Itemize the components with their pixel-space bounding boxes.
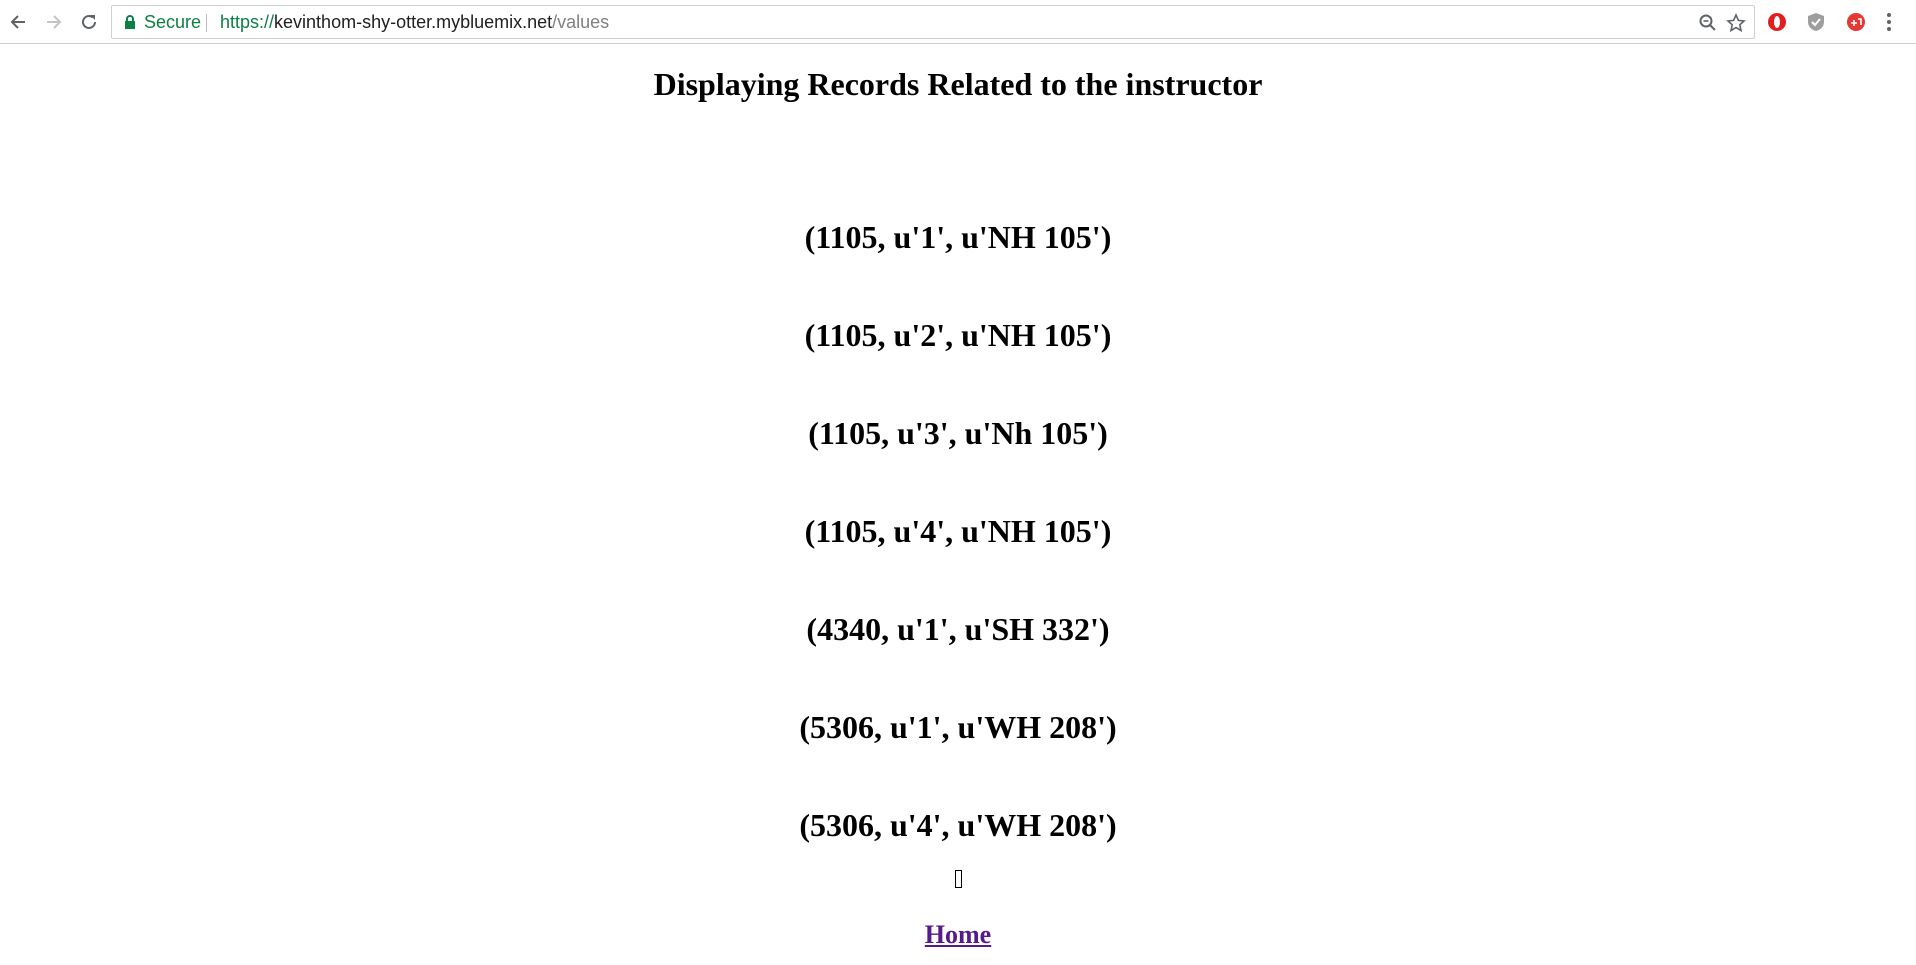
- address-bar[interactable]: Secure https://kevinthom-shy-otter.myblu…: [111, 5, 1755, 39]
- record-row: (1105, u'3', u'Nh 105'): [808, 415, 1108, 451]
- forward-arrow-icon: [47, 15, 62, 29]
- url-path: /values: [552, 12, 610, 32]
- zoom-icon[interactable]: [1698, 13, 1718, 33]
- missing-glyph-icon: [954, 869, 962, 888]
- page-content: Displaying Records Related to the instru…: [0, 44, 1916, 965]
- record-row: (5306, u'4', u'WH 208'): [799, 807, 1117, 843]
- record-row: (1105, u'4', u'NH 105'): [804, 513, 1112, 549]
- forward-button[interactable]: [40, 8, 68, 36]
- reload-icon: [82, 14, 96, 29]
- url-scheme: https://: [220, 12, 275, 32]
- back-arrow-icon: [10, 15, 25, 29]
- page-title: Displaying Records Related to the instru…: [653, 66, 1263, 102]
- url-host: kevinthom-shy-otter.mybluemix.net: [274, 12, 553, 32]
- home-link-container: Home: [0, 920, 1916, 950]
- back-button[interactable]: [4, 8, 32, 36]
- url-text[interactable]: https://kevinthom-shy-otter.mybluemix.ne…: [220, 12, 609, 33]
- opera-extension-icon[interactable]: [1766, 11, 1788, 33]
- reload-button[interactable]: [75, 8, 103, 36]
- record-row: (1105, u'2', u'NH 105'): [804, 317, 1112, 353]
- record-row: (4340, u'1', u'SH 332'): [806, 611, 1110, 647]
- lock-icon: [125, 15, 135, 29]
- record-row: (1105, u'1', u'NH 105'): [804, 219, 1112, 255]
- home-link[interactable]: Home: [925, 920, 991, 949]
- shield-extension-icon[interactable]: [1805, 11, 1827, 33]
- missing-glyph-box: [0, 864, 1916, 892]
- omnibox-separator: [206, 14, 207, 32]
- bookmark-star-icon[interactable]: [1726, 13, 1746, 33]
- red-extension-icon[interactable]: [1845, 11, 1867, 33]
- record-row: (5306, u'1', u'WH 208'): [799, 709, 1117, 745]
- secure-label: Secure: [144, 12, 202, 32]
- browser-toolbar: Secure https://kevinthom-shy-otter.myblu…: [0, 0, 1916, 44]
- menu-dots-icon[interactable]: [1886, 12, 1892, 32]
